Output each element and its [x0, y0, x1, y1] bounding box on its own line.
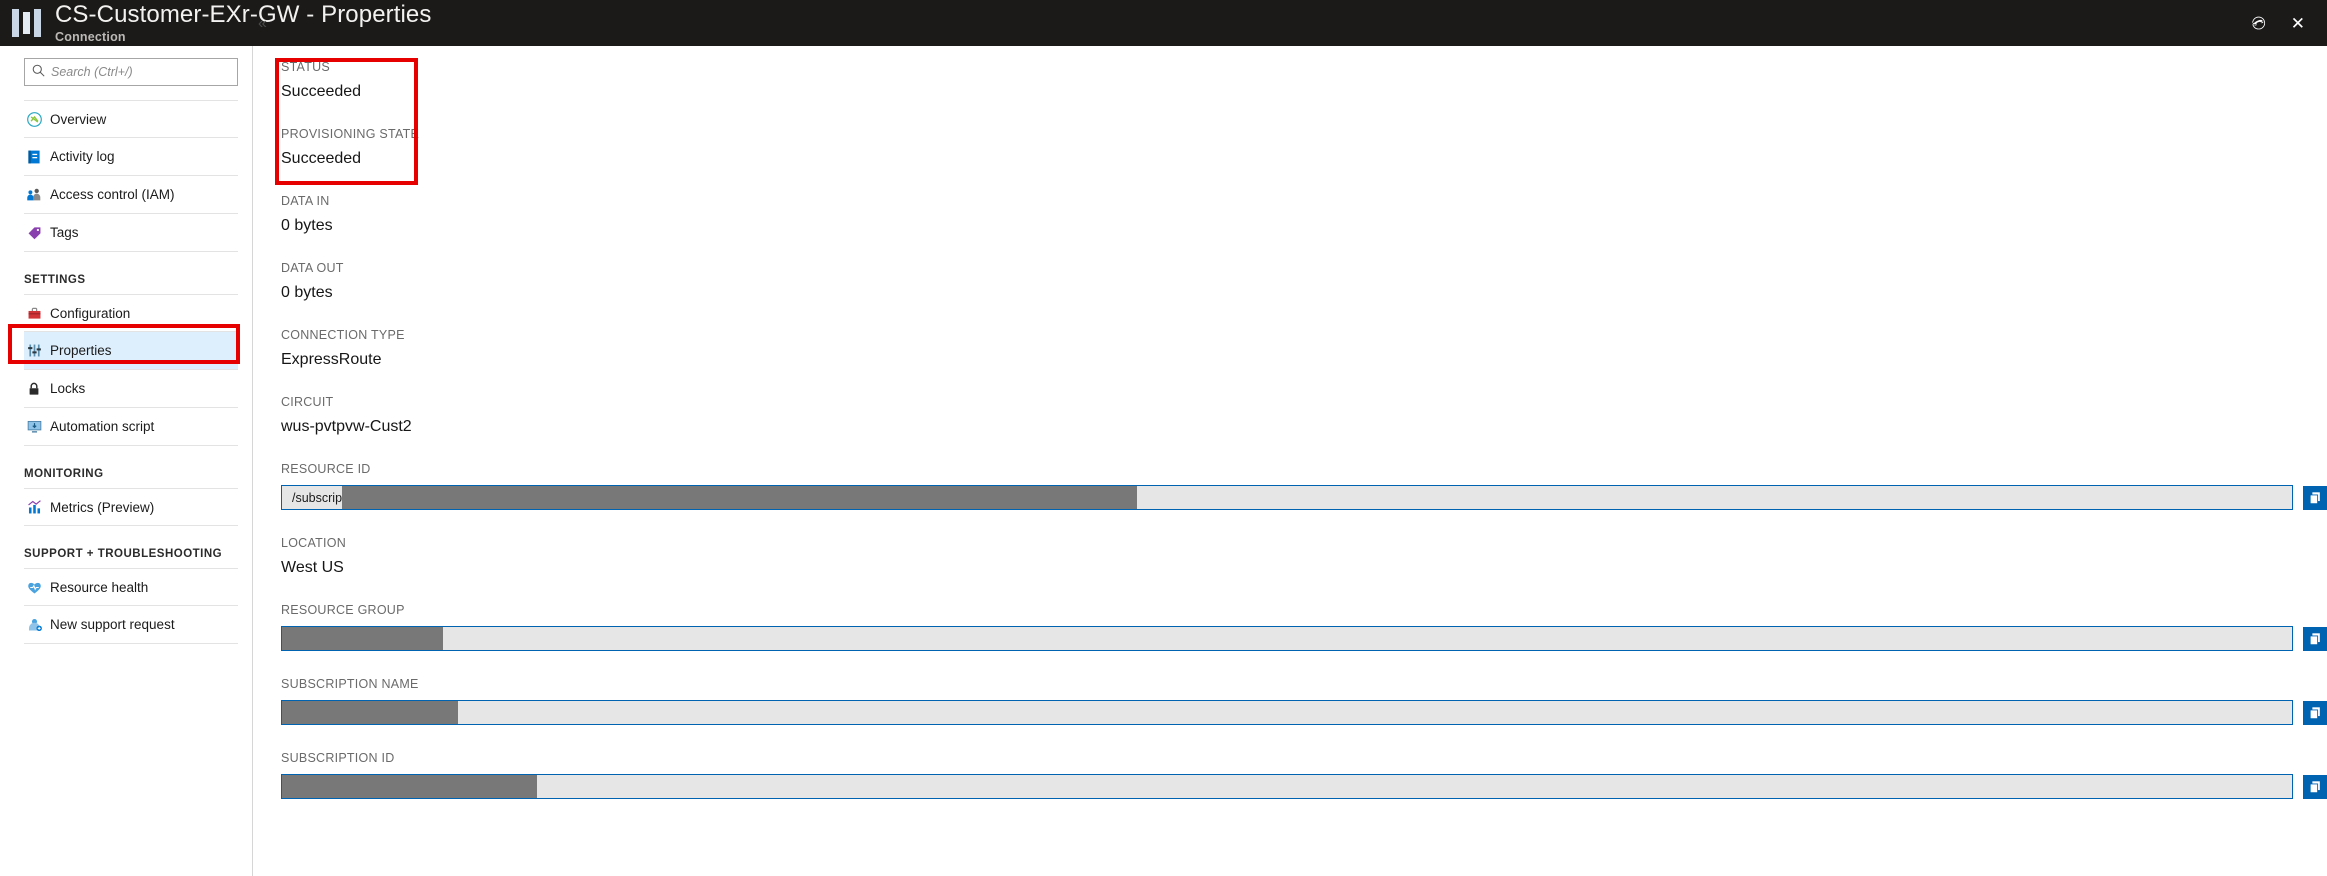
field-label: RESOURCE GROUP: [281, 603, 405, 617]
configuration-icon: [24, 303, 44, 323]
sidebar-group-support-title: SUPPORT + TROUBLESHOOTING: [24, 548, 223, 560]
sidebar-group-settings-title: SETTINGS: [24, 274, 86, 286]
page-title: CS-Customer-EXr-GW - Properties: [55, 0, 432, 28]
field-subscription-name: SUBSCRIPTION NAME: [281, 677, 2327, 725]
subscription-name-input[interactable]: [281, 700, 2293, 725]
copy-icon: [2308, 706, 2322, 720]
field-value: wus-pvtpvw-Cust2: [281, 418, 412, 435]
field-status: STATUS Succeeded: [281, 60, 2327, 101]
sidebar-item-label: Overview: [50, 111, 107, 127]
subscription-id-input[interactable]: [281, 774, 2293, 799]
activity-log-icon: [24, 147, 44, 167]
close-icon[interactable]: ✕: [2291, 15, 2305, 32]
sidebar-nav-settings: Configuration Properties Locks Automatio…: [0, 294, 252, 446]
metrics-icon: [24, 497, 44, 517]
search-input[interactable]: [51, 65, 237, 79]
field-value: Succeeded: [281, 150, 362, 167]
field-label: RESOURCE ID: [281, 462, 371, 476]
copy-resource-group-button[interactable]: [2303, 626, 2327, 651]
sidebar-nav-primary: Overview Activity log Access control (IA…: [0, 100, 252, 252]
field-label: LOCATION: [281, 536, 346, 550]
status-group: STATUS Succeeded PROVISIONING STATE Succ…: [267, 46, 2327, 185]
sidebar-item-metrics[interactable]: Metrics (Preview): [24, 488, 238, 526]
sidebar-item-locks[interactable]: Locks: [24, 370, 238, 408]
sidebar-item-label: Configuration: [50, 305, 131, 321]
field-provisioning-state: PROVISIONING STATE Succeeded: [281, 127, 2327, 168]
field-label: STATUS: [281, 60, 330, 74]
field-label: SUBSCRIPTION ID: [281, 751, 395, 765]
properties-panel: STATUS Succeeded PROVISIONING STATE Succ…: [267, 46, 2327, 876]
sidebar-item-label: Automation script: [50, 419, 155, 434]
sidebar-item-activity-log[interactable]: Activity log: [24, 138, 238, 176]
field-data-out: DATA OUT 0 bytes: [281, 261, 2327, 302]
sidebar-item-tags[interactable]: Tags: [24, 214, 238, 252]
support-request-icon: [24, 615, 44, 635]
sidebar-item-new-support-request[interactable]: New support request: [24, 606, 238, 644]
sidebar: Overview Activity log: [0, 46, 253, 876]
sidebar-item-label: Metrics (Preview): [50, 499, 155, 515]
automation-script-icon: [24, 417, 44, 437]
redaction-overlay: [282, 701, 458, 724]
sidebar-item-automation-script[interactable]: Automation script: [24, 408, 238, 446]
field-circuit: CIRCUIT wus-pvtpvw-Cust2: [281, 395, 2327, 436]
copy-subscription-id-button[interactable]: [2303, 774, 2327, 799]
field-label: DATA OUT: [281, 261, 344, 275]
sidebar-item-label: Tags: [50, 225, 79, 240]
redaction-overlay: [342, 486, 1137, 509]
lock-icon: [24, 379, 44, 399]
access-control-icon: [24, 185, 44, 205]
field-value: West US: [281, 559, 344, 576]
sidebar-item-label: Properties: [50, 343, 112, 358]
field-subscription-id: SUBSCRIPTION ID: [281, 751, 2327, 799]
copy-icon: [2308, 491, 2322, 505]
sidebar-item-label: Resource health: [50, 579, 149, 595]
sidebar-group-monitoring-title: MONITORING: [24, 468, 104, 480]
title-bar: CS-Customer-EXr-GW - Properties Connecti…: [0, 0, 2327, 46]
overview-icon: [24, 109, 44, 129]
sidebar-item-configuration[interactable]: Configuration: [24, 294, 238, 332]
field-value: 0 bytes: [281, 217, 333, 234]
field-value: Succeeded: [281, 83, 362, 100]
field-data-in: DATA IN 0 bytes: [281, 194, 2327, 235]
copy-icon: [2308, 780, 2322, 794]
sidebar-nav-support: Resource health New support request: [0, 568, 252, 644]
sidebar-nav-monitoring: Metrics (Preview): [0, 488, 252, 526]
field-label: SUBSCRIPTION NAME: [281, 677, 419, 691]
field-resource-id: RESOURCE ID /subscriptions: [281, 462, 2327, 510]
redaction-overlay: [282, 627, 443, 650]
field-label: PROVISIONING STATE: [281, 127, 420, 141]
field-value: 0 bytes: [281, 284, 333, 301]
collapse-sidebar-icon[interactable]: «: [258, 16, 267, 32]
field-label: DATA IN: [281, 194, 330, 208]
tag-icon: [24, 223, 44, 243]
sidebar-item-label: Locks: [50, 381, 86, 396]
app-logo-icon: [12, 9, 41, 37]
field-label: CIRCUIT: [281, 395, 334, 409]
redaction-overlay: [282, 775, 537, 798]
page-subtitle: Connection: [55, 29, 126, 44]
sidebar-item-label: New support request: [50, 617, 175, 632]
pin-icon[interactable]: ✆: [2246, 11, 2270, 35]
sidebar-item-label: Access control (IAM): [50, 187, 175, 202]
search-icon: [25, 64, 51, 80]
resource-health-icon: [24, 577, 44, 597]
copy-resource-id-button[interactable]: [2303, 485, 2327, 510]
field-connection-type: CONNECTION TYPE ExpressRoute: [281, 328, 2327, 369]
sidebar-item-properties[interactable]: Properties: [24, 332, 238, 370]
copy-subscription-name-button[interactable]: [2303, 700, 2327, 725]
resource-id-input[interactable]: /subscriptions: [281, 485, 2293, 510]
resource-group-input[interactable]: [281, 626, 2293, 651]
field-resource-group: RESOURCE GROUP: [281, 603, 2327, 651]
sidebar-item-resource-health[interactable]: Resource health: [24, 568, 238, 606]
sidebar-item-label: Activity log: [50, 149, 115, 164]
field-value: ExpressRoute: [281, 351, 382, 368]
sidebar-item-overview[interactable]: Overview: [24, 100, 238, 138]
field-label: CONNECTION TYPE: [281, 328, 405, 342]
properties-icon: [24, 341, 44, 361]
field-location: LOCATION West US: [281, 536, 2327, 577]
search-box[interactable]: [24, 58, 238, 86]
sidebar-item-access-control[interactable]: Access control (IAM): [24, 176, 238, 214]
copy-icon: [2308, 632, 2322, 646]
